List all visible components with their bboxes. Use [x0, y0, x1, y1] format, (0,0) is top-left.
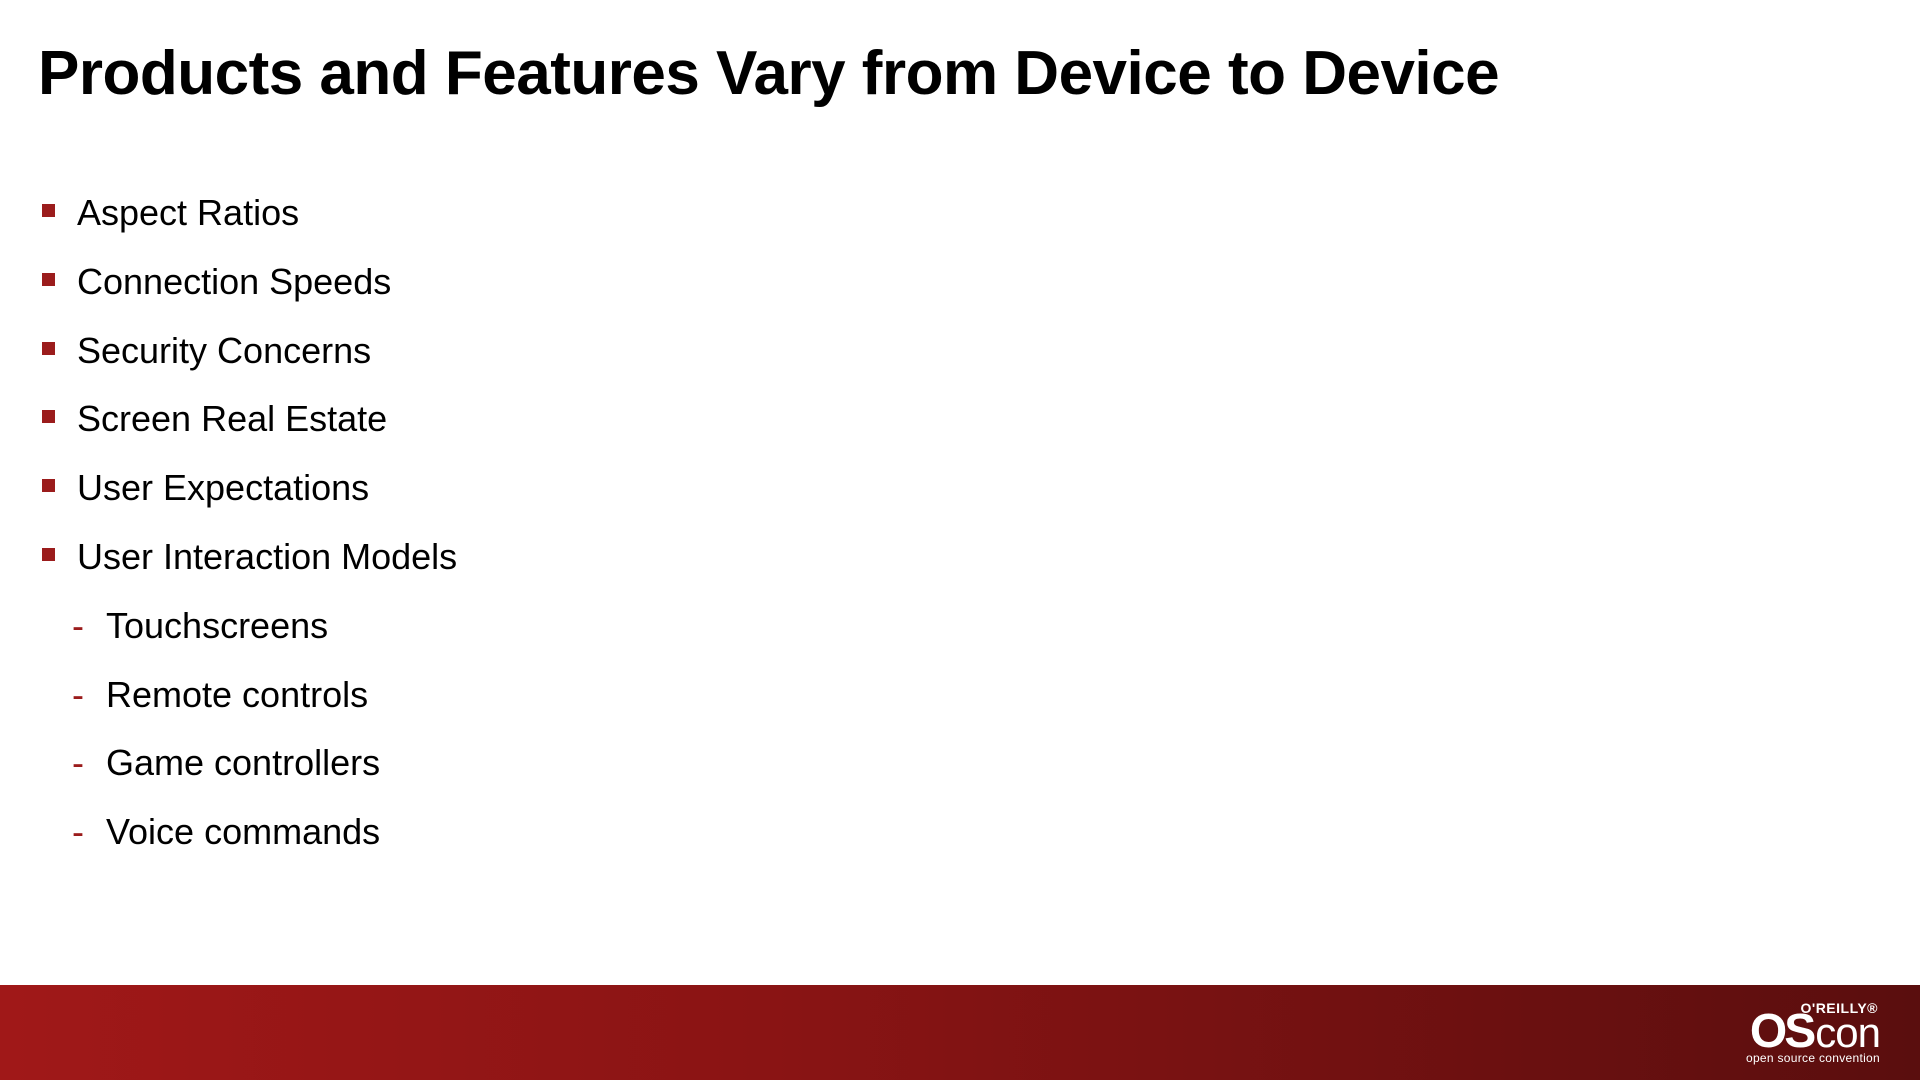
list-item: Connection Speeds [42, 259, 457, 306]
list-item: Security Concerns [42, 328, 457, 375]
list-item: Screen Real Estate [42, 396, 457, 443]
bullet-square-icon [42, 548, 55, 561]
bullet-text: Aspect Ratios [77, 190, 299, 237]
dash-icon: - [72, 740, 84, 787]
logo-con-text: con [1815, 1015, 1880, 1051]
subitem-text: Game controllers [106, 740, 380, 787]
bullet-square-icon [42, 273, 55, 286]
dash-icon: - [72, 603, 84, 650]
bullet-text: User Expectations [77, 465, 369, 512]
bullet-text: User Interaction Models [77, 534, 457, 581]
presentation-slide: Products and Features Vary from Device t… [0, 0, 1920, 1080]
list-subitem: - Voice commands [72, 809, 457, 856]
list-item: User Interaction Models [42, 534, 457, 581]
bullet-square-icon [42, 204, 55, 217]
list-subitem: - Remote controls [72, 672, 457, 719]
slide-title: Products and Features Vary from Device t… [38, 38, 1499, 109]
dash-icon: - [72, 672, 84, 719]
logo-os-text: OS [1750, 1012, 1813, 1053]
list-item: Aspect Ratios [42, 190, 457, 237]
bullet-square-icon [42, 342, 55, 355]
subitem-text: Touchscreens [106, 603, 328, 650]
oscon-logo: O'REILLY® OS con open source convention [1746, 1000, 1880, 1065]
subitem-text: Voice commands [106, 809, 380, 856]
bullet-square-icon [42, 410, 55, 423]
bullet-text: Connection Speeds [77, 259, 391, 306]
subitem-text: Remote controls [106, 672, 368, 719]
dash-icon: - [72, 809, 84, 856]
slide-content: Aspect Ratios Connection Speeds Security… [42, 190, 457, 878]
list-subitem: - Game controllers [72, 740, 457, 787]
bullet-square-icon [42, 479, 55, 492]
bullet-text: Screen Real Estate [77, 396, 387, 443]
logo-main: OS con [1750, 1012, 1880, 1053]
bullet-text: Security Concerns [77, 328, 371, 375]
logo-tagline: open source convention [1746, 1051, 1880, 1065]
footer-bar: O'REILLY® OS con open source convention [0, 985, 1920, 1080]
list-subitem: - Touchscreens [72, 603, 457, 650]
list-item: User Expectations [42, 465, 457, 512]
